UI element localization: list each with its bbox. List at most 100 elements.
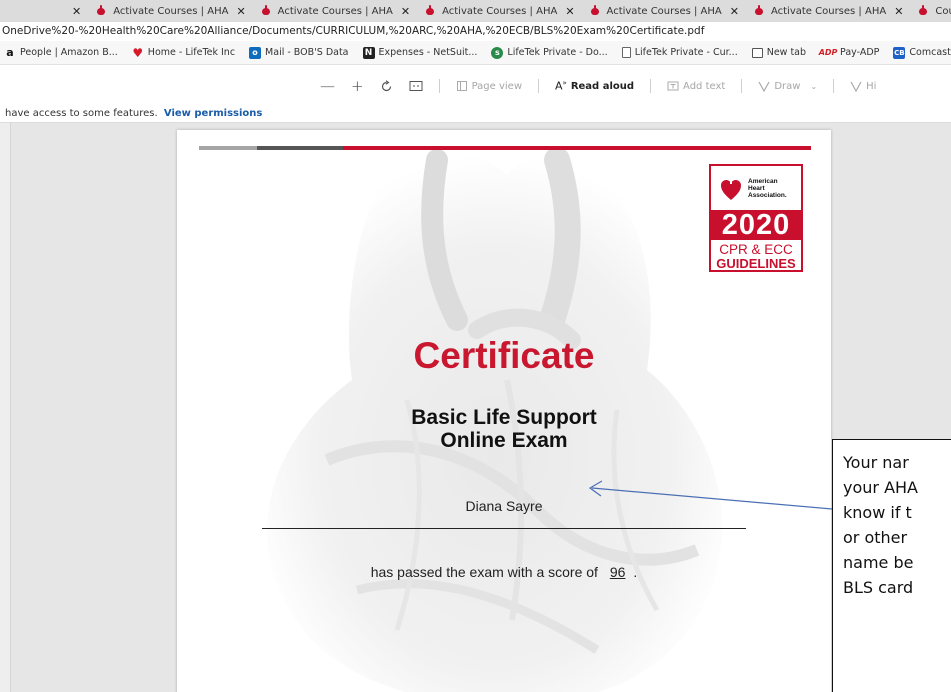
favorite-label: People | Amazon B... bbox=[20, 47, 118, 58]
highlight-label: Hi bbox=[866, 80, 877, 92]
score-prefix: has passed the exam with a score of bbox=[370, 564, 598, 580]
aha-favicon-icon bbox=[589, 5, 601, 17]
callout-line: name be bbox=[843, 553, 914, 572]
recipient-name: Diana Sayre bbox=[465, 498, 543, 514]
fit-page-icon bbox=[409, 81, 423, 91]
read-aloud-label: Read aloud bbox=[570, 80, 635, 92]
comcast-icon: CB bbox=[893, 46, 906, 59]
tab-close-button[interactable]: ✕ bbox=[894, 5, 903, 18]
favorite-label: LifeTek Private - Do... bbox=[507, 47, 608, 58]
read-aloud-icon: A» bbox=[555, 79, 567, 93]
page-view-icon bbox=[456, 81, 467, 91]
favorite-lifetek-private-cur[interactable]: LifeTek Private - Cur... bbox=[621, 47, 738, 58]
favorite-pay-adp[interactable]: ADP Pay-ADP bbox=[819, 47, 880, 59]
subtitle-line1: Basic Life Support bbox=[411, 406, 597, 429]
tab-activate-courses-3[interactable]: Activate Courses | AHA ✕ bbox=[424, 5, 575, 18]
stripe-red bbox=[343, 146, 811, 150]
tab-activate-courses-2[interactable]: Activate Courses | AHA ✕ bbox=[260, 5, 410, 18]
aha-favicon-icon bbox=[95, 5, 107, 17]
add-text-button[interactable]: Add text bbox=[667, 81, 725, 92]
read-aloud-button[interactable]: A» Read aloud bbox=[555, 79, 634, 93]
address-bar[interactable]: OneDrive%20-%20Health%20Care%20Alliance/… bbox=[0, 22, 951, 41]
tab-activate-courses-1[interactable]: Activate Courses | AHA ✕ bbox=[95, 5, 246, 18]
tab-title: Activate Courses | AHA bbox=[442, 5, 558, 17]
toolbar-divider bbox=[833, 79, 835, 93]
aha-heart-torch-icon bbox=[721, 175, 741, 200]
tab-title: Course Launch | AHA bbox=[935, 5, 951, 17]
favorite-label: Home - LifeTek Inc bbox=[147, 47, 236, 58]
tab-strip: ✕ Activate Courses | AHA ✕ Activate Cour… bbox=[0, 0, 951, 22]
favorite-people-amazon[interactable]: a People | Amazon B... bbox=[4, 46, 118, 59]
tab-close-button[interactable]: ✕ bbox=[236, 5, 245, 18]
tab-close-button[interactable]: ✕ bbox=[401, 5, 410, 18]
favorite-label: LifeTek Private - Cur... bbox=[634, 47, 738, 58]
chevron-down-icon[interactable]: ⌄ bbox=[810, 82, 817, 91]
annotation-callout: Your nar your AHA know if t or other nam… bbox=[832, 439, 951, 692]
scrollbar[interactable] bbox=[0, 123, 11, 692]
rotate-button[interactable] bbox=[380, 79, 393, 93]
highlight-button[interactable]: Hi bbox=[850, 80, 876, 92]
stripe-gray-light bbox=[199, 146, 257, 150]
tab-title: Activate Courses | AHA bbox=[606, 5, 722, 17]
certificate-subtitle: Basic Life Support Online Exam bbox=[177, 406, 831, 452]
permission-notice: have access to some features. View permi… bbox=[0, 107, 951, 123]
favorite-comcast-business[interactable]: CB Comcast Business -... bbox=[893, 46, 951, 59]
pdf-viewport[interactable]: American Heart Association. 2020 CPR & E… bbox=[0, 123, 951, 692]
favorite-label: Mail - BOB'S Data bbox=[265, 47, 349, 58]
favorite-home-lifetek[interactable]: ♥ Home - LifeTek Inc bbox=[132, 45, 236, 60]
draw-button[interactable]: Draw ⌄ bbox=[758, 80, 817, 92]
callout-line: BLS card bbox=[843, 578, 914, 597]
aha-guidelines-badge: American Heart Association. 2020 CPR & E… bbox=[709, 164, 803, 272]
subtitle-line2: Online Exam bbox=[440, 429, 568, 452]
view-permissions-link[interactable]: View permissions bbox=[164, 108, 263, 119]
page-view-button[interactable]: Page view bbox=[456, 80, 522, 92]
certificate-title: Certificate bbox=[413, 335, 595, 376]
favorite-label: Expenses - NetSuit... bbox=[378, 47, 478, 58]
new-tab-icon bbox=[751, 47, 763, 58]
add-text-label: Add text bbox=[683, 80, 726, 92]
aha-favicon-icon bbox=[260, 5, 272, 17]
aha-badge-line2: GUIDELINES bbox=[716, 256, 796, 271]
favorite-label: Pay-ADP bbox=[840, 47, 880, 58]
toolbar-divider bbox=[538, 79, 539, 93]
favorite-expenses-netsuite[interactable]: N Expenses - NetSuit... bbox=[362, 46, 478, 59]
tab-title: Activate Courses | AHA bbox=[277, 5, 393, 17]
aha-logo: American Heart Association. bbox=[711, 166, 801, 210]
tab-close-button[interactable]: ✕ bbox=[72, 5, 81, 18]
favorite-new-tab[interactable]: New tab bbox=[751, 47, 806, 58]
pdf-toolbar: — + Page view A» Read aloud Add text Dra… bbox=[0, 65, 951, 107]
tab-title: Activate Courses | AHA bbox=[113, 5, 229, 17]
page-icon bbox=[621, 47, 631, 58]
fit-page-button[interactable] bbox=[409, 80, 423, 92]
aha-badge-line1: CPR & ECC bbox=[719, 242, 793, 257]
heart-icon: ♥ bbox=[132, 45, 144, 60]
favorite-lifetek-private-do[interactable]: s LifeTek Private - Do... bbox=[491, 46, 608, 59]
certificate-page: American Heart Association. 2020 CPR & E… bbox=[177, 130, 831, 692]
aha-favicon-icon bbox=[753, 5, 765, 17]
tab-activate-courses-4[interactable]: Activate Courses | AHA ✕ bbox=[589, 5, 739, 18]
outlook-icon: o bbox=[249, 46, 262, 59]
callout-line: know if t bbox=[843, 503, 912, 522]
tab-close-button[interactable]: ✕ bbox=[730, 5, 739, 18]
tab-close-button[interactable]: ✕ bbox=[565, 5, 574, 18]
amazon-icon: a bbox=[6, 46, 14, 59]
highlight-icon bbox=[850, 81, 862, 92]
stripe-gray-dark bbox=[257, 146, 343, 150]
favorites-bar: a People | Amazon B... ♥ Home - LifeTek … bbox=[0, 41, 951, 65]
aha-org-name: American Heart Association. bbox=[748, 177, 787, 199]
tab-course-launch[interactable]: Course Launch | AHA ✕ bbox=[917, 5, 951, 18]
rotate-icon bbox=[381, 79, 391, 91]
top-stripe bbox=[199, 146, 811, 150]
callout-line: your AHA bbox=[843, 478, 918, 497]
tab-activate-courses-5[interactable]: Activate Courses | AHA ✕ bbox=[753, 5, 903, 18]
page-view-label: Page view bbox=[471, 80, 522, 92]
toolbar-divider bbox=[438, 79, 440, 93]
tab-title: Activate Courses | AHA bbox=[770, 5, 887, 17]
zoom-in-button[interactable]: + bbox=[351, 77, 364, 95]
zoom-out-button[interactable]: — bbox=[320, 77, 335, 95]
score-suffix: . bbox=[633, 564, 638, 580]
favorite-mail[interactable]: o Mail - BOB'S Data bbox=[249, 46, 349, 59]
notice-text: have access to some features. bbox=[5, 108, 158, 119]
aha-badge-year: 2020 bbox=[711, 210, 801, 240]
add-text-icon bbox=[667, 81, 679, 91]
